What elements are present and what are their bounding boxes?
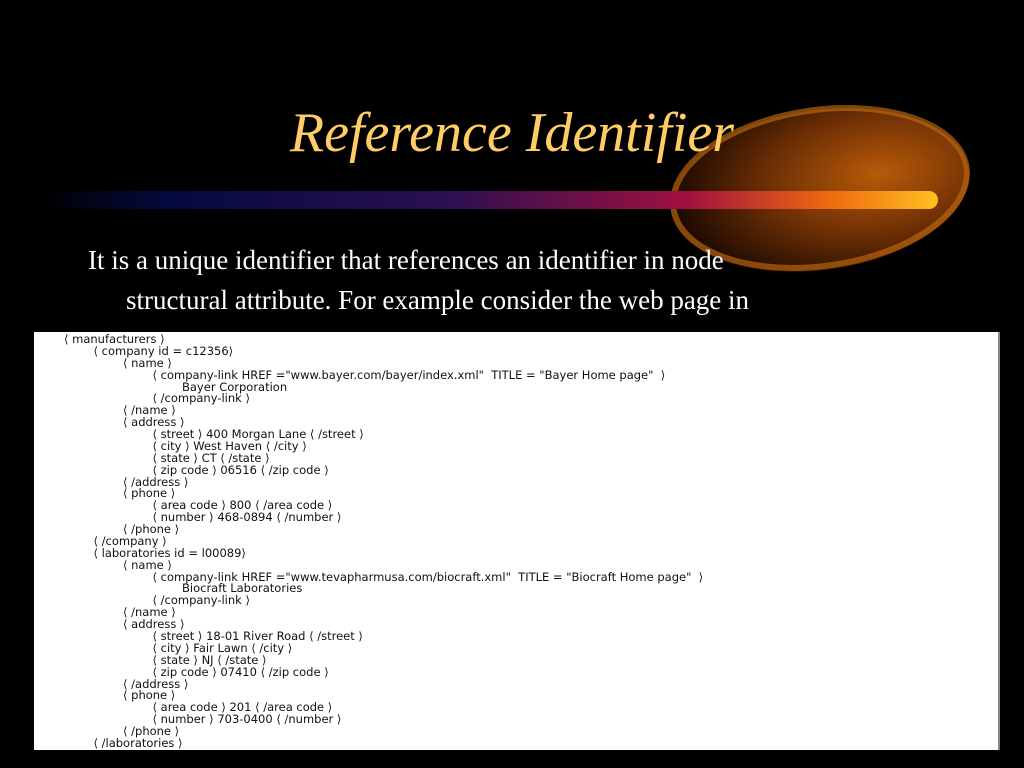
code-line: ⟨ zip code ⟩ 06516 ⟨ /zip code ⟩: [152, 462, 329, 477]
code-line: ⟨ zip code ⟩ 07410 ⟨ /zip code ⟩: [152, 664, 329, 679]
swoosh-bar: [40, 191, 938, 209]
code-line: ⟨ number ⟩ 703-0400 ⟨ /number ⟩: [152, 712, 342, 727]
code-line: ⟨ company-link HREF ="www.bayer.com/baye…: [152, 367, 666, 382]
xml-code-image: ⟨ manufacturers ⟩ ⟨ company id = c12356⟩ ⟨…: [34, 332, 1000, 750]
code-line: ⟨ state ⟩ NJ ⟨ /state ⟩: [152, 652, 267, 667]
code-line: ⟨ name ⟩: [123, 557, 172, 572]
slide: Reference Identifier It is a unique iden…: [0, 0, 1024, 768]
slide-title: Reference Identifier: [289, 102, 735, 164]
body-line-2: structural attribute. For example consid…: [126, 285, 750, 315]
code-line: ⟨ name ⟩: [123, 355, 172, 370]
code-line: ⟨ number ⟩ 468-0894 ⟨ /number ⟩: [152, 510, 342, 525]
code-line: ⟨ /laboratories ⟩: [93, 735, 183, 750]
code-line: ⟨ state ⟩ CT ⟨ /state ⟩: [152, 450, 270, 465]
body-line-1: It is a unique identifier that reference…: [88, 245, 724, 275]
body-text: It is a unique identifier that reference…: [88, 240, 948, 320]
